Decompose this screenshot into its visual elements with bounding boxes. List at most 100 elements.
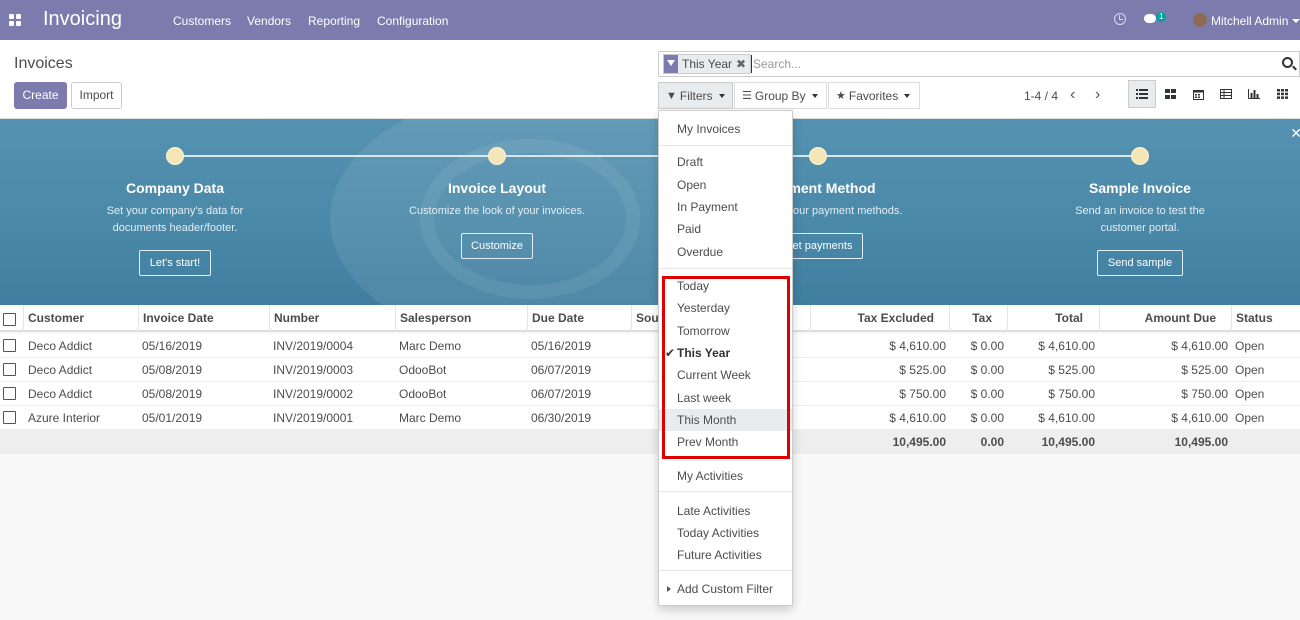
table-footer-totals: 10,495.00 0.00 10,495.00 10,495.00 [0,430,1300,454]
menu-customers[interactable]: Customers [173,14,231,28]
filter-today-activities[interactable]: Today Activities [659,522,792,544]
favorites-button[interactable]: ★ Favorites [828,82,920,109]
column-tax[interactable]: Tax [949,305,997,332]
cell-invoice-date: 05/08/2019 [142,363,203,377]
add-custom-filter[interactable]: Add Custom Filter [659,578,792,600]
filter-open[interactable]: Open [659,174,792,196]
cell-number: INV/2019/0004 [273,339,354,353]
pager-value[interactable]: 1-4 / 4 [1024,89,1058,103]
step-dot-company-data [166,147,184,165]
step-dot-invoice-layout [488,147,506,165]
kanban-view-icon[interactable] [1156,80,1184,108]
column-due-date[interactable]: Due Date [527,305,631,332]
groupby-label: Group By [754,88,806,103]
pager-previous-icon[interactable]: ‹ [1070,87,1075,103]
divider [659,570,792,571]
close-icon[interactable]: ✕ [1290,125,1300,142]
step-title-invoice-layout: Invoice Layout [447,180,547,196]
cell-tax: $ 0.00 [970,363,1004,377]
set-payments-button[interactable]: et payments [782,233,863,259]
chat-icon[interactable] [1144,14,1156,23]
add-custom-filter-label: Add Custom Filter [677,582,774,596]
filter-my-activities[interactable]: My Activities [659,465,792,487]
table-row[interactable]: Deco Addict 05/08/2019 INV/2019/0003 Odo… [0,358,1300,382]
column-status[interactable]: Status [1231,305,1300,332]
list-view-icon[interactable] [1128,80,1156,108]
import-button[interactable]: Import [71,82,122,109]
step-desc-invoice-layout: Customize the look of your invoices. [408,205,586,217]
cell-tax: $ 0.00 [970,387,1004,401]
close-icon[interactable]: ✖ [736,57,750,71]
menu-configuration[interactable]: Configuration [377,14,448,28]
groupby-button[interactable]: ☰ Group By [734,82,827,109]
grid-view-icon[interactable] [1268,80,1296,108]
chevron-down-icon [811,93,818,98]
total-tax: 0.00 [980,435,1004,449]
column-salesperson[interactable]: Salesperson [395,305,527,332]
cell-customer: Deco Addict [28,339,93,353]
row-checkbox[interactable] [3,411,16,424]
search-icon[interactable] [1282,57,1293,68]
user-menu[interactable]: Mitchell Admin [1211,14,1288,28]
activity-clock-icon[interactable] [1114,13,1126,25]
total-tax-excluded: 10,495.00 [892,435,946,449]
cell-total: $ 4,610.00 [1038,339,1095,353]
customize-button[interactable]: Customize [461,233,533,259]
annotation-highlight-box [662,276,790,459]
select-all-checkbox[interactable] [3,313,16,326]
cell-amount-due: $ 525.00 [1181,363,1228,377]
column-number[interactable]: Number [269,305,395,332]
cell-due-date: 06/07/2019 [531,387,592,401]
app-menu-icon[interactable] [9,14,21,26]
lets-start-button[interactable]: Let's start! [139,250,211,276]
column-customer[interactable]: Customer [23,305,138,332]
row-checkbox[interactable] [3,363,16,376]
cell-status: Open [1235,363,1265,377]
column-total[interactable]: Total [1007,305,1088,332]
table-row[interactable]: Deco Addict 05/08/2019 INV/2019/0002 Odo… [0,382,1300,406]
column-amount-due[interactable]: Amount Due [1099,305,1221,332]
divider [659,268,792,269]
pager-next-icon[interactable]: › [1095,87,1100,103]
cell-tax-excluded: $ 4,610.00 [889,411,946,425]
caret-right-icon [667,586,671,592]
cell-salesperson: OdooBot [399,363,447,377]
table-row[interactable]: Deco Addict 05/16/2019 INV/2019/0004 Mar… [0,334,1300,358]
filter-my-invoices[interactable]: My Invoices [659,118,792,140]
send-sample-button[interactable]: Send sample [1097,250,1183,276]
filter-draft[interactable]: Draft [659,151,792,173]
menu-vendors[interactable]: Vendors [247,14,291,28]
table-header: Customer Invoice Date Number Salesperson… [0,305,1300,332]
filters-button[interactable]: ▼ Filters [658,82,733,109]
row-checkbox[interactable] [3,387,16,400]
chevron-down-icon[interactable] [1292,19,1300,23]
column-invoice-date[interactable]: Invoice Date [138,305,270,332]
control-panel: Invoices Create Import This Year ✖ ▼Filt… [0,40,1300,119]
cell-amount-due: $ 4,610.00 [1171,339,1228,353]
step-title-company-data: Company Data [125,180,225,196]
graph-view-icon[interactable] [1240,80,1268,108]
avatar[interactable] [1193,13,1207,27]
breadcrumb: Invoices [14,55,73,72]
filter-late-activities[interactable]: Late Activities [659,500,792,522]
filter-overdue[interactable]: Overdue [659,241,792,263]
column-tax-excluded[interactable]: Tax Excluded [810,305,939,332]
create-button[interactable]: Create [14,82,67,109]
row-checkbox[interactable] [3,339,16,352]
cell-amount-due: $ 4,610.00 [1171,411,1228,425]
filter-paid[interactable]: Paid [659,218,792,240]
menu-reporting[interactable]: Reporting [308,14,360,28]
step-desc-sample-invoice: Send an invoice to test the customer port… [1075,205,1205,234]
total-amount-due: 10,495.00 [1174,435,1228,449]
cell-total: $ 4,610.00 [1038,411,1095,425]
calendar-view-icon[interactable] [1184,80,1212,108]
step-dot-sample-invoice [1131,147,1149,165]
table-row[interactable]: Azure Interior 05/01/2019 INV/2019/0001 … [0,406,1300,430]
cell-total: $ 525.00 [1048,363,1095,377]
app-name[interactable]: Invoicing [43,8,122,31]
search-input[interactable] [751,55,1251,73]
filter-future-activities[interactable]: Future Activities [659,544,792,566]
pivot-view-icon[interactable] [1212,80,1240,108]
cell-tax-excluded: $ 750.00 [899,387,946,401]
filter-in-payment[interactable]: In Payment [659,196,792,218]
